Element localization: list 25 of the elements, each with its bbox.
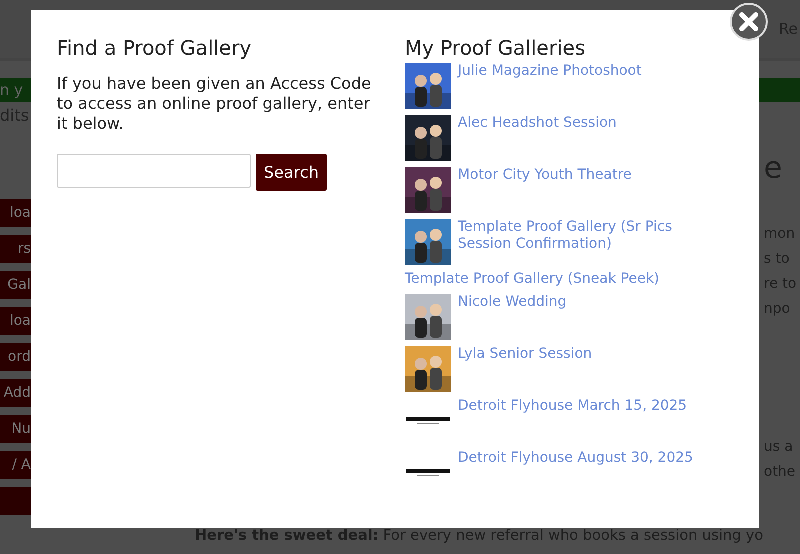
gallery-link[interactable]: Motor City Youth Theatre bbox=[458, 167, 632, 184]
gallery-link[interactable]: Detroit Flyhouse August 30, 2025 bbox=[458, 450, 694, 467]
sidebar-button[interactable]: loa bbox=[0, 307, 31, 335]
sidebar-button[interactable] bbox=[0, 487, 31, 515]
sidebar-button[interactable]: rs bbox=[0, 235, 31, 263]
gallery-link[interactable]: Template Proof Gallery (Sr Pics Session Confirmation) bbox=[458, 219, 723, 253]
access-code-description: If you have been given an Access Code to access an online proof gallery, enter it below. bbox=[57, 74, 372, 134]
find-gallery-title: Find a Proof Gallery bbox=[57, 36, 253, 60]
gallery-link[interactable]: Julie Magazine Photoshoot bbox=[458, 63, 642, 80]
search-button[interactable]: Search bbox=[256, 154, 327, 191]
gallery-link[interactable]: Alec Headshot Session bbox=[458, 115, 617, 132]
my-galleries-title: My Proof Galleries bbox=[405, 36, 586, 60]
sidebar-button[interactable]: Nu bbox=[0, 415, 31, 443]
sidebar-button[interactable]: Gal bbox=[0, 271, 31, 299]
sidebar-button[interactable]: / A bbox=[0, 451, 31, 479]
notice-text: n y bbox=[0, 81, 24, 99]
gallery-link[interactable]: Nicole Wedding bbox=[458, 294, 567, 311]
sidebar-button[interactable]: loa bbox=[0, 199, 31, 227]
sidebar-button[interactable]: Add bbox=[0, 379, 31, 407]
access-code-field[interactable] bbox=[57, 154, 251, 188]
close-icon bbox=[738, 11, 760, 33]
gallery-link[interactable]: Detroit Flyhouse March 15, 2025 bbox=[458, 398, 688, 415]
gallery-link[interactable]: Template Proof Gallery (Sneak Peek) bbox=[405, 271, 660, 288]
gallery-link[interactable]: Lyla Senior Session bbox=[458, 346, 592, 363]
sidebar-button[interactable]: ord bbox=[0, 343, 31, 371]
